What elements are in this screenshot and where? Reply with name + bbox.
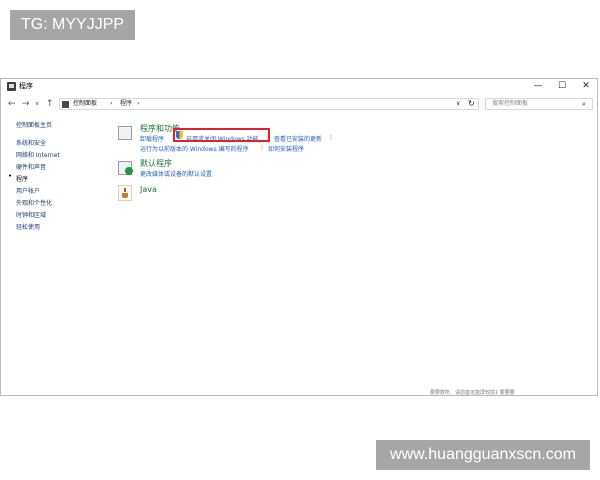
control-panel-icon xyxy=(7,82,16,91)
background-text: 要要数所、请前首定能屏较前1 要要要 xyxy=(430,390,515,396)
programs-features-icon[interactable] xyxy=(118,126,132,140)
forward-arrow-icon[interactable]: → xyxy=(22,97,30,111)
search-icon[interactable]: ⌕ xyxy=(582,99,586,109)
sidebar-item-programs[interactable]: 程序 xyxy=(16,174,28,183)
sidebar-item-home[interactable]: 控制面板主页 xyxy=(16,120,52,129)
java-icon[interactable] xyxy=(118,185,132,201)
tg-badge: TG: MYYJJPP xyxy=(10,10,135,40)
address-bar-row: ← → ∨ ↑ 控制面板 › 程序 › ∨ ↻ 搜索控制面板 ⌕ xyxy=(1,97,597,113)
search-placeholder: 搜索控制面板 xyxy=(492,100,529,107)
control-panel-window: 程序 — ☐ ✕ ← → ∨ ↑ 控制面板 › 程序 › ∨ ↻ 搜索控制面板 … xyxy=(0,78,598,396)
up-arrow-icon[interactable]: ↑ xyxy=(46,97,54,111)
sidebar-item-user-accounts[interactable]: 用户帐户 xyxy=(16,186,40,195)
breadcrumb-programs[interactable]: 程序 xyxy=(120,99,132,109)
compat-programs-link[interactable]: 运行为以前版本的 Windows 编写的程序 xyxy=(140,144,249,153)
window-title: 程序 xyxy=(19,82,33,90)
sidebar-item-ease-of-access[interactable]: 轻松使用 xyxy=(16,222,40,231)
link-separator: | xyxy=(261,144,264,151)
active-bullet: • xyxy=(8,172,13,180)
title-bar: 程序 — ☐ ✕ xyxy=(1,79,597,95)
sidebar-item-system-security[interactable]: 系统和安全 xyxy=(16,138,46,147)
refresh-icon[interactable]: ↻ xyxy=(468,99,475,109)
search-input[interactable]: 搜索控制面板 ⌕ xyxy=(485,98,593,110)
default-programs-title[interactable]: 默认程序 xyxy=(140,158,172,169)
back-arrow-icon[interactable]: ← xyxy=(8,97,16,111)
control-panel-icon xyxy=(62,101,69,108)
how-to-install-link[interactable]: 如何安装程序 xyxy=(268,144,304,153)
breadcrumb-separator[interactable]: › xyxy=(137,99,139,109)
change-media-defaults-link[interactable]: 更改媒体或设备的默认设置 xyxy=(140,169,212,178)
sidebar-item-appearance[interactable]: 外观和个性化 xyxy=(16,198,52,207)
breadcrumb-separator[interactable]: › xyxy=(110,99,112,109)
recent-locations-icon[interactable]: ∨ xyxy=(35,97,39,111)
highlight-box xyxy=(173,128,270,142)
breadcrumb-control-panel[interactable]: 控制面板 xyxy=(73,99,97,109)
minimize-button[interactable]: — xyxy=(527,79,549,93)
java-title[interactable]: Java xyxy=(140,185,157,194)
address-field[interactable]: 控制面板 › 程序 › ∨ ↻ xyxy=(59,98,479,110)
sidebar-item-clock-region[interactable]: 时钟和区域 xyxy=(16,210,46,219)
sidebar-item-hardware-sound[interactable]: 硬件和声音 xyxy=(16,162,46,171)
uninstall-program-link[interactable]: 卸载程序 xyxy=(140,134,164,143)
checkmark-icon xyxy=(125,167,133,175)
link-separator: | xyxy=(330,134,333,141)
watermark: www.huangguanxscn.com xyxy=(376,440,590,470)
sidebar-item-network[interactable]: 网络和 Internet xyxy=(16,150,60,159)
address-dropdown-icon[interactable]: ∨ xyxy=(456,99,460,109)
view-installed-updates-link[interactable]: 查看已安装的更新 xyxy=(274,134,322,143)
maximize-button[interactable]: ☐ xyxy=(551,79,573,93)
close-button[interactable]: ✕ xyxy=(575,79,597,93)
